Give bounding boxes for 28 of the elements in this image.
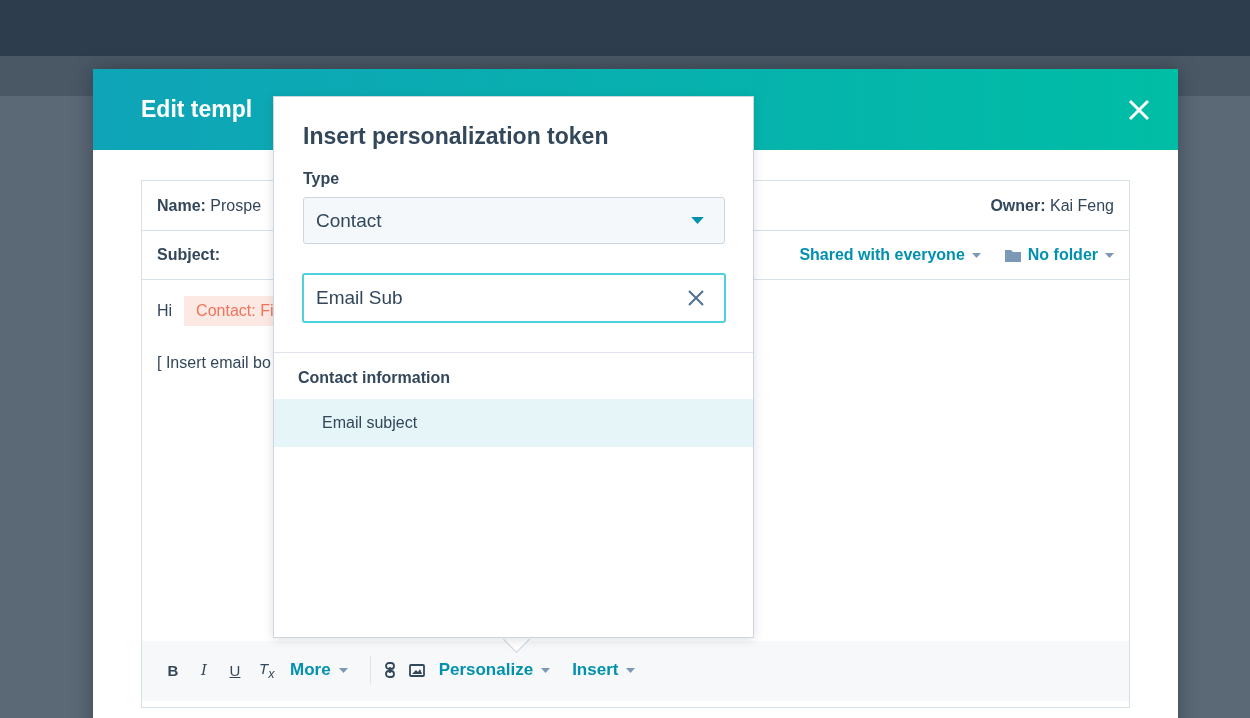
caret-icon	[971, 252, 981, 258]
type-dropdown[interactable]: Contact	[303, 197, 725, 244]
clear-icon[interactable]	[688, 290, 704, 306]
body-text: [ Insert email bo	[157, 354, 271, 372]
format-button[interactable]: T$_{x}$	[259, 659, 273, 681]
sharing-dropdown[interactable]: Shared with everyone	[799, 246, 981, 264]
search-field[interactable]: Email Sub	[302, 273, 726, 323]
format-button[interactable]: B	[166, 661, 180, 679]
subject-label: Subject:	[157, 246, 221, 264]
modal-title: Edit templ	[141, 96, 253, 123]
format-button[interactable]: I	[197, 661, 211, 679]
token-option[interactable]: Email subject	[274, 399, 753, 447]
greeting-text: Hi	[157, 302, 173, 320]
caret-icon	[626, 667, 636, 673]
type-label: Type	[303, 170, 341, 188]
owner-field[interactable]: Owner: Kai Feng	[990, 196, 1114, 215]
folder-icon	[1004, 248, 1021, 262]
caret-icon	[691, 217, 704, 224]
caret-icon	[338, 667, 348, 673]
link-icon[interactable]	[384, 662, 395, 678]
popover-title: Insert personalization token	[303, 123, 610, 150]
caret-icon	[1105, 252, 1114, 258]
name-field[interactable]: Name: Prospe	[157, 196, 262, 215]
format-button[interactable]: U	[228, 661, 242, 679]
caret-icon	[541, 667, 551, 673]
folder-dropdown[interactable]: No folder	[1004, 246, 1114, 264]
image-icon[interactable]	[408, 663, 425, 677]
group-heading: Contact information	[297, 368, 451, 388]
